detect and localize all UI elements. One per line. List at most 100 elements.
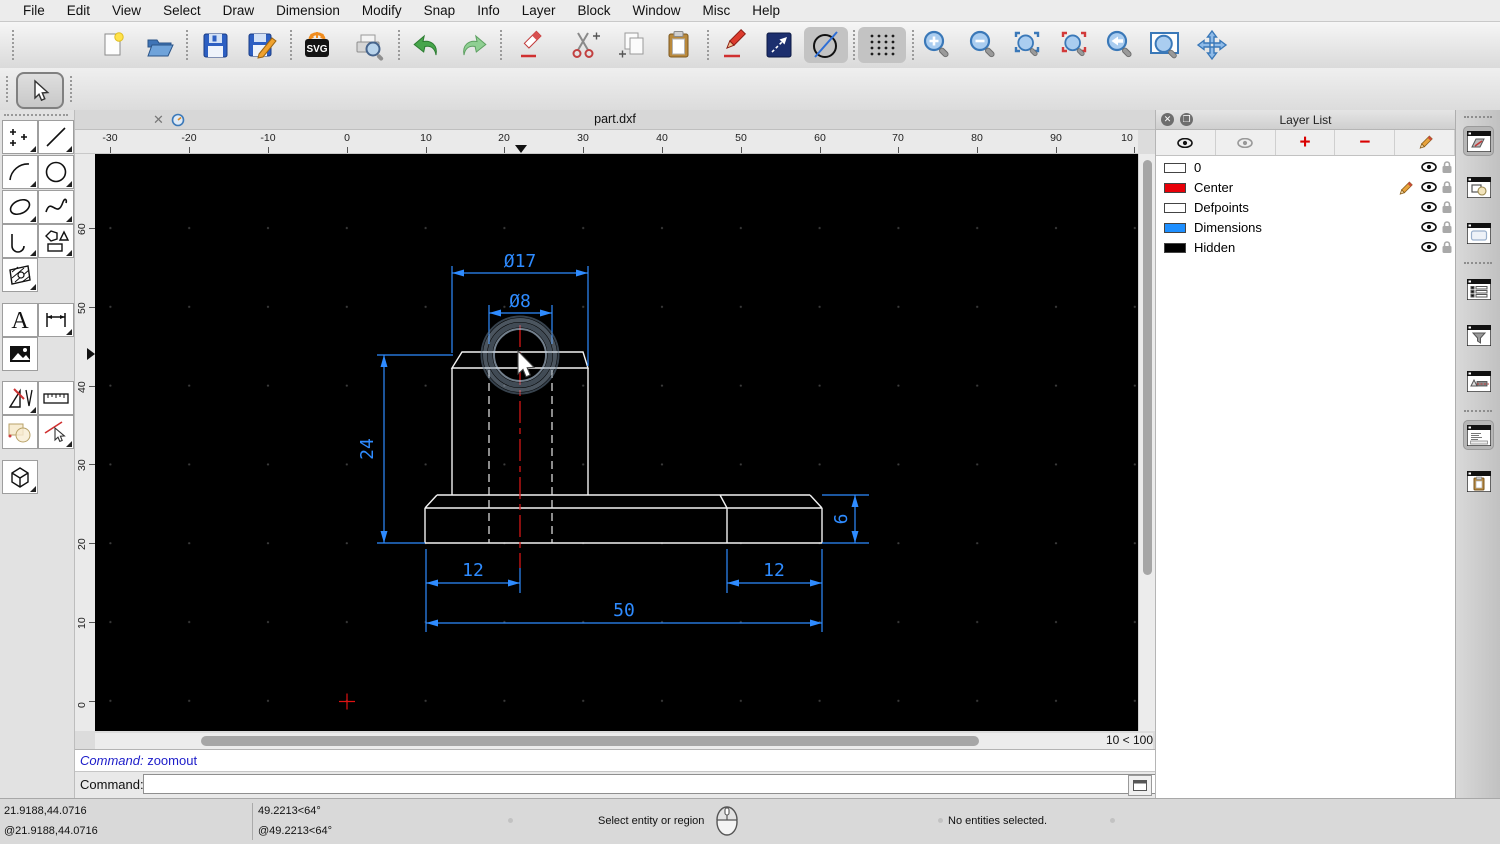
grid-toggle-button[interactable] [858, 27, 906, 63]
menu-info[interactable]: Info [466, 0, 511, 22]
menu-edit[interactable]: Edit [56, 0, 101, 22]
line-arrow-button[interactable] [761, 27, 797, 63]
layer-visibility-icon[interactable] [1421, 222, 1437, 232]
circle-line-tool-button[interactable] [804, 27, 848, 63]
dim-boss-height[interactable]: 24 [357, 438, 378, 460]
paste-button[interactable] [661, 27, 697, 63]
layer-row-defpoints[interactable]: Defpoints [1156, 198, 1455, 218]
command-input[interactable] [143, 774, 1206, 794]
menu-select[interactable]: Select [152, 0, 212, 22]
menu-help[interactable]: Help [741, 0, 791, 22]
layer-visibility-icon[interactable] [1421, 182, 1437, 192]
dimension-tool-button[interactable] [38, 303, 74, 337]
horizontal-scrollbar-handle[interactable] [201, 736, 979, 746]
menu-view[interactable]: View [101, 0, 152, 22]
polyline-tool-button[interactable] [2, 224, 38, 258]
vertical-scrollbar-handle[interactable] [1143, 160, 1152, 575]
cad-tools-button[interactable] [2, 381, 38, 415]
select-entities-button[interactable] [38, 415, 74, 449]
layer-color-swatch[interactable] [1164, 243, 1186, 253]
layer-visibility-icon[interactable] [1421, 202, 1437, 212]
toolbar-handle[interactable] [12, 30, 16, 60]
layer-name[interactable]: 0 [1194, 160, 1201, 175]
freehand-pen-button[interactable] [716, 27, 752, 63]
circle-tool-button[interactable] [38, 155, 74, 189]
hatch-tool-button[interactable] [2, 258, 38, 292]
layer-name[interactable]: Hidden [1194, 240, 1235, 255]
layer-list-panel-button[interactable] [1463, 126, 1494, 156]
layer-lock-icon[interactable] [1441, 221, 1453, 234]
layer-lock-icon[interactable] [1441, 161, 1453, 174]
zoom-out-button[interactable] [965, 27, 1001, 63]
cut-button[interactable] [566, 27, 602, 63]
document-tab-title[interactable]: part.dxf [75, 112, 1155, 126]
show-all-layers-button[interactable] [1156, 130, 1216, 155]
solid-box-button[interactable] [2, 460, 38, 494]
dim-overall-width[interactable]: 50 [613, 600, 635, 621]
layer-name[interactable]: Dimensions [1194, 220, 1262, 235]
entity-list-panel-button[interactable] [1463, 274, 1494, 304]
print-preview-button[interactable] [352, 27, 388, 63]
svg-export-button[interactable]: SVG [299, 27, 335, 63]
points-tool-button[interactable] [2, 120, 38, 154]
text-tool-button[interactable]: A [2, 303, 38, 337]
toolbar-handle[interactable] [70, 76, 75, 102]
menu-dimension[interactable]: Dimension [265, 0, 351, 22]
layer-row-hidden[interactable]: Hidden [1156, 238, 1455, 258]
arc-tool-button[interactable] [2, 155, 38, 189]
spline-tool-button[interactable] [38, 190, 74, 224]
menu-layer[interactable]: Layer [511, 0, 567, 22]
menu-window[interactable]: Window [622, 0, 692, 22]
menu-block[interactable]: Block [567, 0, 622, 22]
hide-all-layers-button[interactable] [1216, 130, 1276, 155]
pan-button[interactable] [1194, 27, 1230, 63]
image-tool-button[interactable] [2, 337, 38, 371]
save-as-button[interactable] [244, 27, 280, 63]
open-file-button[interactable] [142, 27, 178, 63]
palette-handle[interactable] [4, 114, 68, 116]
layer-lock-icon[interactable] [1441, 201, 1453, 214]
selection-pointer-button[interactable] [16, 72, 64, 109]
menu-modify[interactable]: Modify [351, 0, 413, 22]
line-tool-button[interactable] [38, 120, 74, 154]
ellipse-tool-button[interactable] [2, 190, 38, 224]
clipboard-panel-button[interactable] [1463, 466, 1494, 496]
layer-edit-pencil-icon[interactable] [1397, 181, 1413, 197]
selection-filter-panel-button[interactable] [1463, 320, 1494, 350]
layer-lock-icon[interactable] [1441, 241, 1453, 254]
dim-left-offset[interactable]: 12 [462, 560, 484, 581]
layer-color-swatch[interactable] [1164, 163, 1186, 173]
remove-layer-button[interactable]: − [1335, 130, 1396, 155]
zoom-selection-button[interactable] [1057, 27, 1093, 63]
dock-handle[interactable] [1464, 116, 1492, 118]
copy-button[interactable] [615, 27, 651, 63]
layer-row-0[interactable]: 0 [1156, 158, 1455, 178]
layer-visibility-icon[interactable] [1421, 162, 1437, 172]
menu-draw[interactable]: Draw [212, 0, 266, 22]
new-document-button[interactable] [96, 27, 132, 63]
erase-button[interactable] [512, 27, 548, 63]
layer-color-swatch[interactable] [1164, 183, 1186, 193]
undo-button[interactable] [409, 27, 445, 63]
menu-misc[interactable]: Misc [692, 0, 742, 22]
measure-tool-button[interactable] [38, 381, 74, 415]
layer-name[interactable]: Defpoints [1194, 200, 1249, 215]
save-button[interactable] [197, 27, 233, 63]
menu-file[interactable]: File [12, 0, 56, 22]
menu-snap[interactable]: Snap [413, 0, 467, 22]
dim-base-thickness[interactable]: 6 [831, 514, 852, 525]
property-editor-panel-button[interactable] [1463, 366, 1494, 396]
vertical-scrollbar[interactable] [1138, 154, 1155, 731]
redo-button[interactable] [455, 27, 491, 63]
layer-row-center[interactable]: Center [1156, 178, 1455, 198]
horizontal-scrollbar[interactable] [95, 733, 1093, 749]
block-list-panel-button[interactable] [1463, 172, 1494, 202]
library-browser-panel-button[interactable] [1463, 218, 1494, 248]
dim-outer-diameter[interactable]: Ø17 [504, 251, 537, 272]
layer-name[interactable]: Center [1194, 180, 1233, 195]
layer-color-swatch[interactable] [1164, 203, 1186, 213]
drawing-canvas[interactable]: Ø17 Ø8 24 6 12 12 50 [95, 154, 1138, 731]
layer-lock-icon[interactable] [1441, 181, 1453, 194]
command-line-panel-button[interactable] [1463, 420, 1494, 450]
add-layer-button[interactable]: + [1276, 130, 1336, 155]
